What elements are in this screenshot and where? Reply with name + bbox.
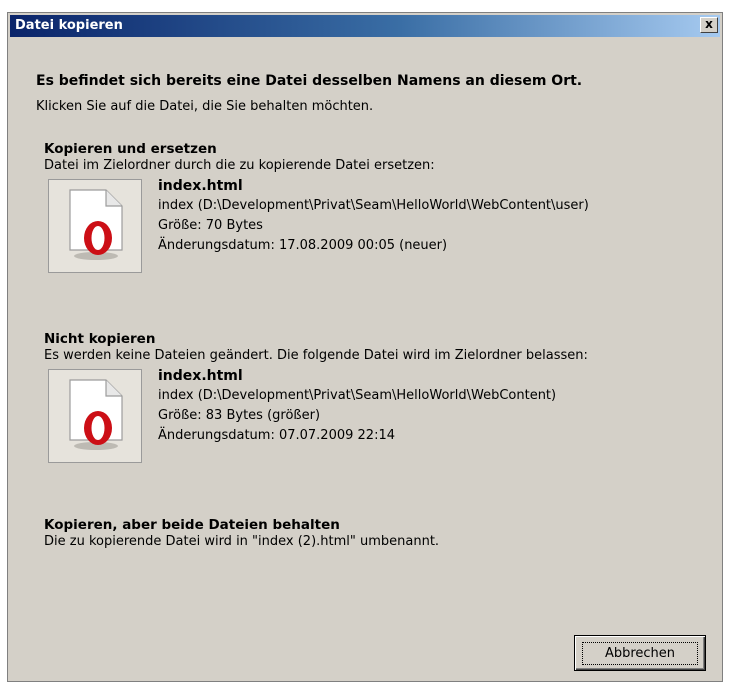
option-copy-keep-both[interactable]: Kopieren, aber beide Dateien behalten Di… [44,517,704,549]
file-path: index (D:\Development\Privat\Seam\HelloW… [158,388,557,403]
opera-html-file-icon [69,189,123,260]
file-card[interactable]: index.html index (D:\Development\Privat\… [44,176,704,279]
file-card[interactable]: index.html index (D:\Development\Privat\… [44,366,704,469]
file-size: Größe: 70 Bytes [158,218,263,233]
window-title: Datei kopieren [15,18,123,33]
file-name: index.html [158,368,243,384]
copy-file-dialog: Datei kopieren x Es befindet sich bereit… [7,12,723,682]
option-title: Kopieren und ersetzen [44,141,217,157]
title-bar[interactable]: Datei kopieren x [10,15,720,37]
file-info: index.html index (D:\Development\Privat\… [158,176,589,256]
file-thumbnail [48,369,142,463]
option-dont-copy[interactable]: Nicht kopieren Es werden keine Dateien g… [44,331,704,469]
cancel-button[interactable]: Abbrechen [574,635,706,671]
file-info: index.html index (D:\Development\Privat\… [158,366,556,446]
file-thumbnail [48,179,142,273]
file-modified: Änderungsdatum: 17.08.2009 00:05 (neuer) [158,238,448,253]
option-copy-and-replace[interactable]: Kopieren und ersetzen Datei im Zielordne… [44,141,704,279]
option-title: Kopieren, aber beide Dateien behalten [44,517,340,533]
cancel-button-label: Abbrechen [581,641,699,665]
option-description: Die zu kopierende Datei wird in "index (… [44,534,440,549]
option-title: Nicht kopieren [44,331,156,347]
close-button[interactable]: x [700,17,718,33]
file-name: index.html [158,178,243,194]
option-description: Es werden keine Dateien geändert. Die fo… [44,348,588,363]
option-description: Datei im Zielordner durch die zu kopiere… [44,158,435,173]
opera-html-file-icon [69,379,123,450]
dialog-instruction: Klicken Sie auf die Datei, die Sie behal… [36,99,374,114]
file-modified: Änderungsdatum: 07.07.2009 22:14 [158,428,395,443]
close-icon: x [705,17,713,31]
file-path: index (D:\Development\Privat\Seam\HelloW… [158,198,589,213]
dialog-heading: Es befindet sich bereits eine Datei dess… [36,73,583,89]
file-size: Größe: 83 Bytes (größer) [158,408,321,423]
